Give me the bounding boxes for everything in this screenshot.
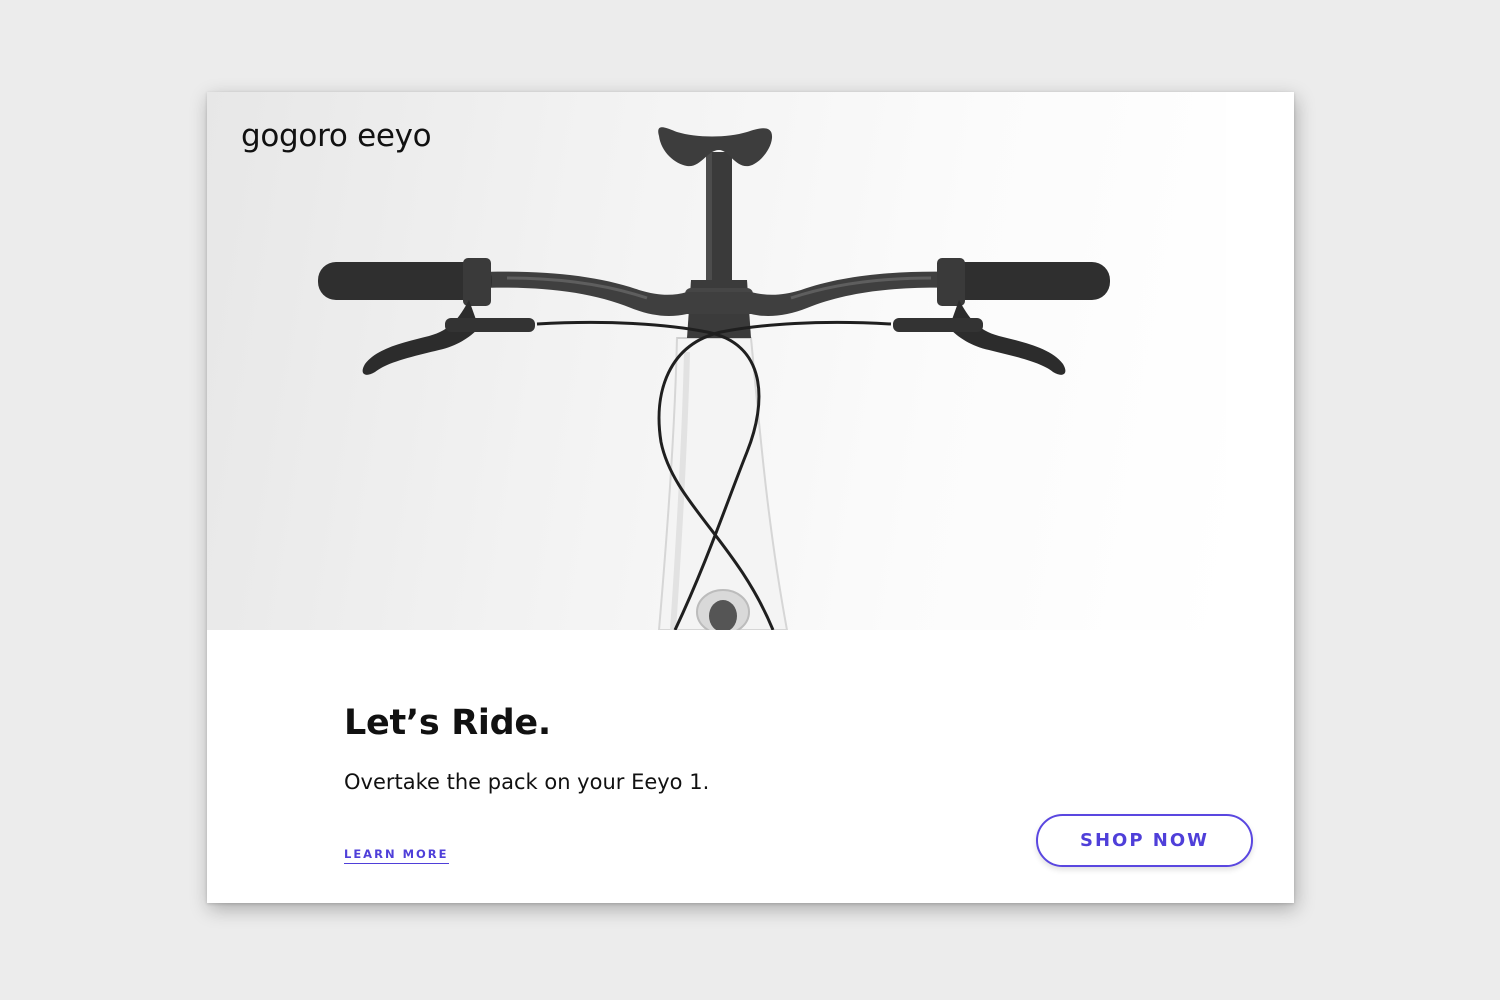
headline: Let’s Ride. xyxy=(344,703,551,743)
bicycle-handlebar-illustration xyxy=(318,127,1110,630)
learn-more-link[interactable]: LEARN MORE xyxy=(344,847,449,864)
brand-logo: gogoro eeyo xyxy=(241,118,432,154)
hero-image: gogoro eeyo xyxy=(207,92,1226,630)
ad-card: gogoro eeyo Let’s Ride. Overtake the pac… xyxy=(207,92,1294,903)
shop-now-button[interactable]: SHOP NOW xyxy=(1036,814,1253,867)
subline: Overtake the pack on your Eeyo 1. xyxy=(344,770,710,794)
